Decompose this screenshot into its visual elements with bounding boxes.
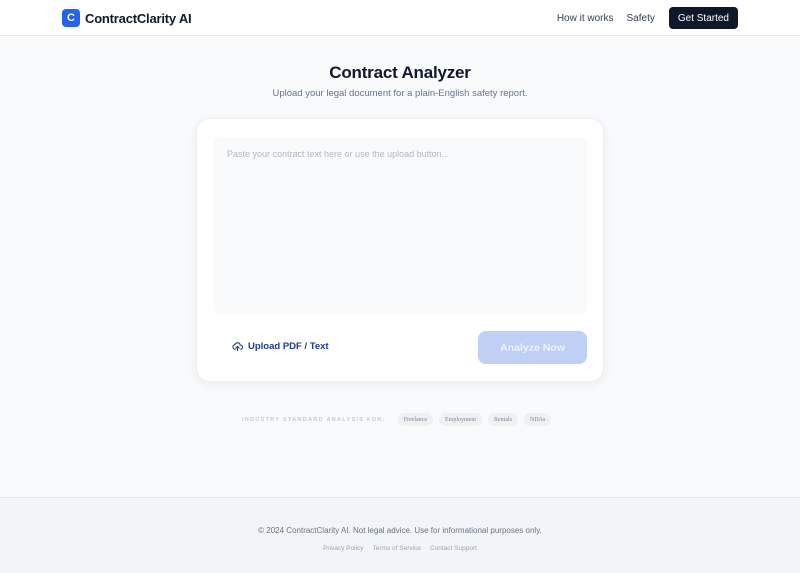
page-subtitle: Upload your legal document for a plain-E… — [272, 88, 528, 99]
analyze-now-button[interactable]: Analyze Now — [478, 331, 587, 364]
tag-freelance: Freelance — [397, 413, 434, 426]
get-started-button[interactable]: Get Started — [668, 7, 738, 29]
footer-link-privacy-policy[interactable]: Privacy Policy — [323, 545, 363, 552]
contract-text-input[interactable] — [214, 137, 587, 314]
cloud-upload-icon — [232, 341, 243, 352]
brand-logo-icon: C — [62, 9, 80, 27]
industry-tags-label: INDUSTRY STANDARD ANALYSIS FOR: — [242, 416, 386, 423]
nav-link-safety[interactable]: Safety — [627, 13, 655, 24]
brand[interactable]: C ContractClarity AI — [62, 9, 192, 27]
upload-button-label: Upload PDF / Text — [248, 341, 329, 352]
nav-link-how-it-works[interactable]: How it works — [557, 13, 614, 24]
tag-rentals: Rentals — [488, 413, 519, 426]
top-navigation-bar: C ContractClarity AI How it works Safety… — [0, 0, 800, 36]
brand-name: ContractClarity AI — [85, 10, 192, 26]
footer-link-contact-support[interactable]: Contact Support — [430, 545, 477, 552]
footer-links: Privacy Policy Terms of Service Contact … — [0, 545, 800, 552]
tag-ndas: NDAs — [524, 413, 552, 426]
footer: © 2024 ContractClarity AI. Not legal adv… — [0, 497, 800, 573]
analyzer-card: Upload PDF / Text Analyze Now — [196, 118, 604, 382]
industry-tags: INDUSTRY STANDARD ANALYSIS FOR: Freelanc… — [242, 413, 557, 426]
upload-button[interactable]: Upload PDF / Text — [232, 341, 329, 352]
footer-link-terms-of-service[interactable]: Terms of Service — [373, 545, 421, 552]
tag-employment: Employment — [439, 413, 483, 426]
footer-copyright: © 2024 ContractClarity AI. Not legal adv… — [258, 526, 542, 535]
page-title: Contract Analyzer — [329, 63, 471, 82]
main-nav: How it works Safety Get Started — [557, 7, 738, 29]
